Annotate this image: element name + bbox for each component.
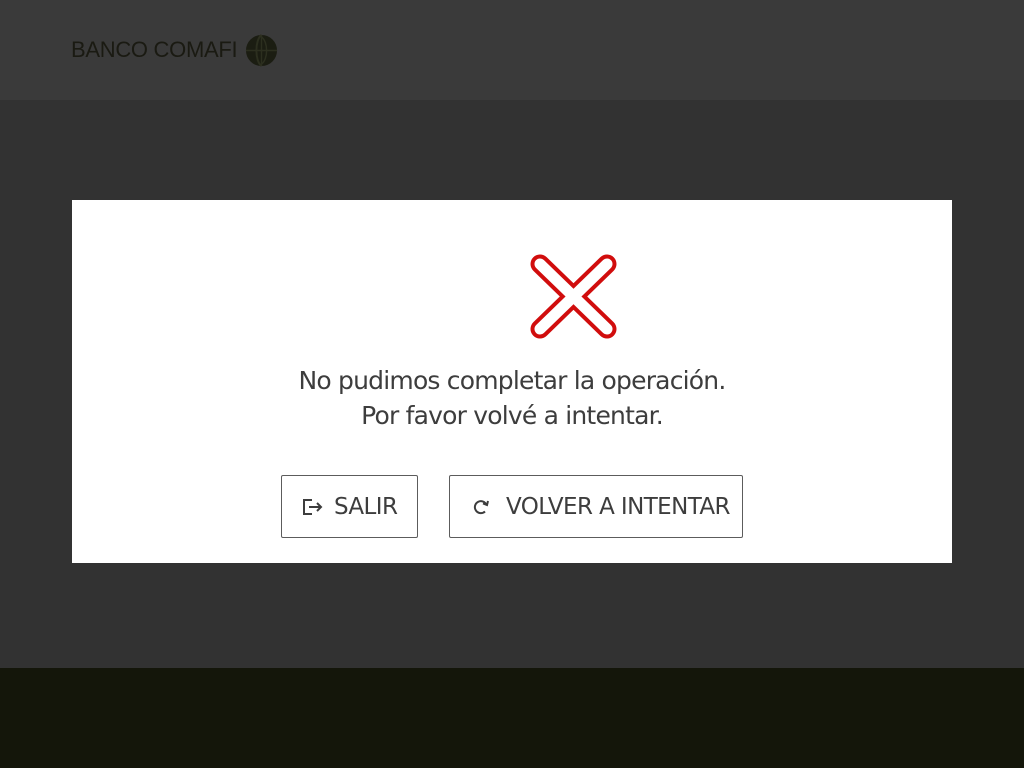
exit-icon	[300, 494, 326, 520]
header-bar: BANCO COMAFI	[0, 0, 1024, 100]
bank-logo[interactable]: BANCO COMAFI	[71, 32, 278, 68]
brand-name: BANCO COMAFI	[71, 37, 238, 62]
exit-button-label: SALIR	[334, 493, 398, 520]
refresh-icon	[468, 494, 494, 520]
error-x-icon	[530, 254, 617, 339]
error-dialog: No pudimos completar la operación. Por f…	[72, 200, 952, 563]
footer-bar	[0, 668, 1024, 768]
retry-button[interactable]: VOLVER A INTENTAR	[449, 475, 743, 538]
error-message-line-2: Por favor volvé a intentar.	[361, 401, 664, 430]
comafi-globe-icon	[246, 33, 278, 67]
exit-button[interactable]: SALIR	[281, 475, 418, 538]
error-message-line-1: No pudimos completar la operación.	[298, 366, 727, 395]
retry-button-label: VOLVER A INTENTAR	[506, 493, 730, 520]
error-message: No pudimos completar la operación. Por f…	[72, 363, 952, 433]
